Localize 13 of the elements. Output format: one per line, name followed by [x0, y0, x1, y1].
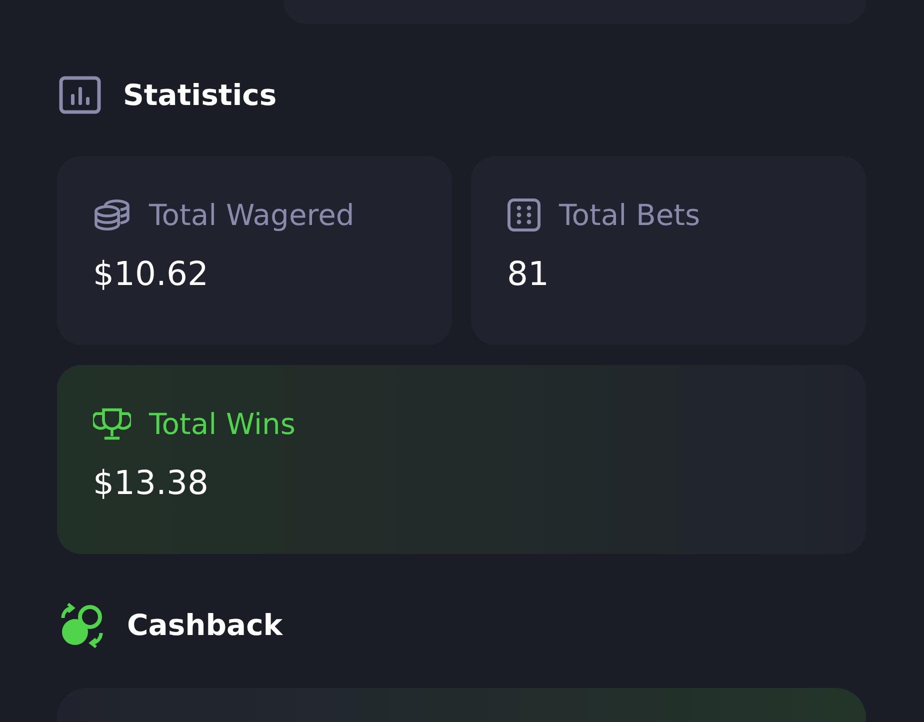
- stat-label: Total Bets: [559, 198, 700, 232]
- bar-chart-icon: [59, 76, 101, 114]
- trophy-icon: [93, 407, 131, 441]
- section-title: Cashback: [127, 608, 283, 642]
- stat-value: $10.62: [93, 254, 210, 293]
- dice-icon: [507, 198, 541, 232]
- section-title: Statistics: [123, 78, 277, 112]
- stat-label: Total Wins: [149, 407, 296, 441]
- cashback-icon: [59, 602, 105, 648]
- stat-value: $13.38: [93, 463, 210, 502]
- coins-icon: [93, 199, 131, 231]
- stat-label: Total Wagered: [149, 198, 354, 232]
- stat-value: 81: [507, 254, 550, 293]
